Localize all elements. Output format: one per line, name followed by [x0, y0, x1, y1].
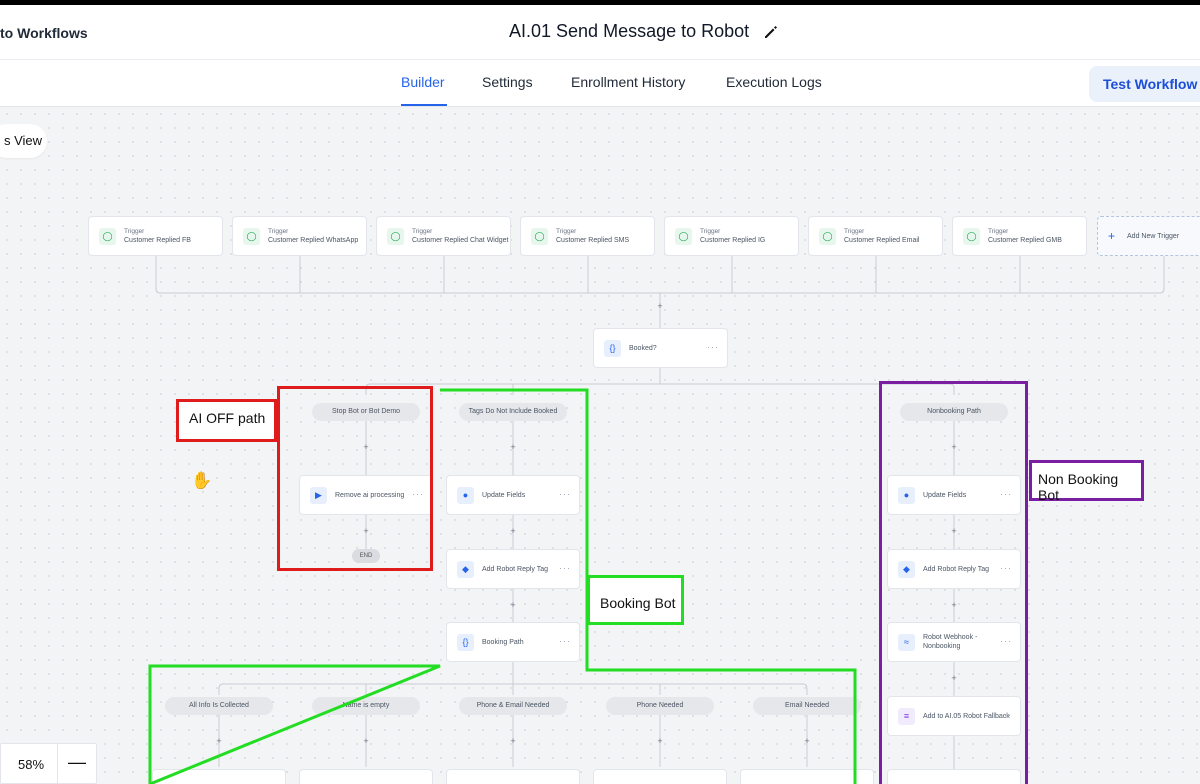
back-to-workflows-link[interactable]: to Workflows [0, 25, 88, 41]
hand-cursor-icon: ✋ [191, 471, 213, 490]
tab-enrollment-history[interactable]: Enrollment History [571, 74, 685, 90]
title-wrap: AI.01 Send Message to Robot [509, 21, 779, 42]
booking-bot-annotation: Booking Bot [587, 575, 684, 625]
non-booking-highlight-box [879, 381, 1028, 784]
tab-bar: Builder Settings Enrollment History Exec… [0, 60, 1200, 107]
zoom-level: 58% [1, 744, 58, 783]
zoom-out-button[interactable]: — [58, 744, 96, 783]
test-workflow-button[interactable]: Test Workflow [1089, 66, 1200, 102]
tab-execution-logs[interactable]: Execution Logs [726, 74, 822, 90]
non-booking-bot-annotation: Non Booking Bot [1029, 460, 1144, 503]
zoom-control: 58% — [0, 743, 97, 784]
workflow-canvas[interactable]: s View ◯ Trigger Customer Replied FB ◯ Tr… [0, 107, 1200, 784]
active-tab-underline [401, 104, 447, 106]
tab-settings[interactable]: Settings [482, 74, 533, 90]
page-title: AI.01 Send Message to Robot [509, 21, 750, 41]
pencil-icon[interactable] [763, 24, 779, 40]
tab-builder[interactable]: Builder [401, 74, 445, 90]
header: to Workflows AI.01 Send Message to Robot [0, 5, 1200, 60]
